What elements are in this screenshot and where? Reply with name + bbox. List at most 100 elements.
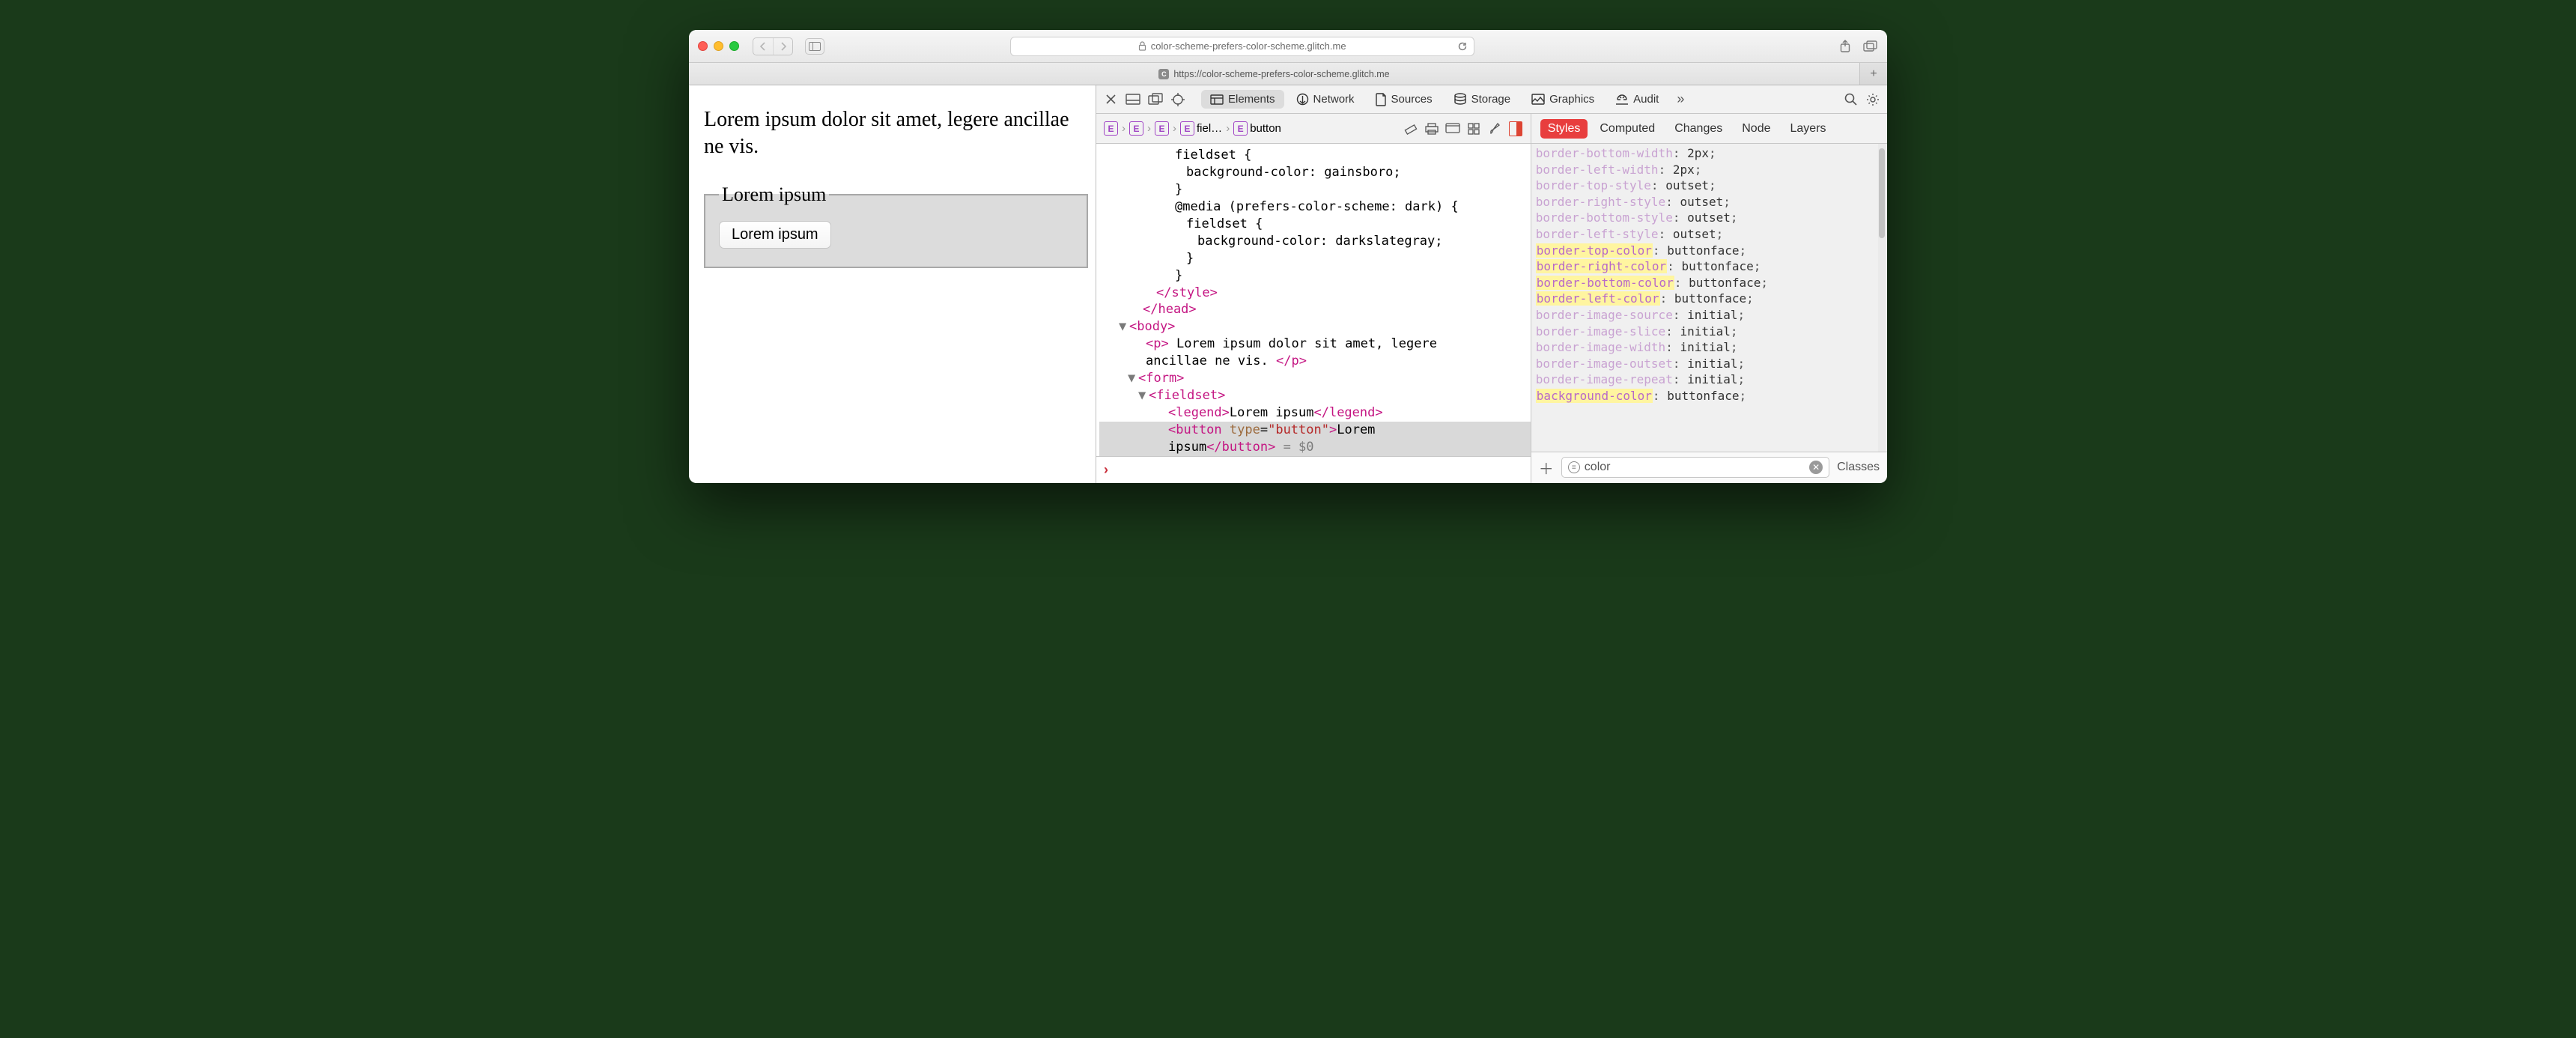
tab-network-label: Network — [1313, 93, 1355, 106]
style-property-row[interactable]: border-right-color: buttonface; — [1536, 258, 1883, 275]
panel-toggle-icon[interactable] — [1505, 118, 1526, 139]
print-icon[interactable] — [1421, 118, 1442, 139]
device-icon[interactable] — [1442, 118, 1463, 139]
back-button[interactable] — [753, 38, 773, 55]
styles-tabs: Styles Computed Changes Node Layers — [1531, 114, 1887, 144]
clear-filter-button[interactable]: ✕ — [1809, 461, 1823, 474]
page-button[interactable]: Lorem ipsum — [719, 221, 831, 249]
page-form: Lorem ipsum Lorem ipsum — [704, 183, 1088, 268]
traffic-lights — [698, 41, 739, 51]
zoom-window-button[interactable] — [729, 41, 739, 51]
browser-window: color-scheme-prefers-color-scheme.glitch… — [689, 30, 1887, 483]
dock-detach-button[interactable] — [1146, 90, 1165, 109]
scrollbar-thumb[interactable] — [1879, 148, 1885, 238]
new-tab-button[interactable]: + — [1860, 63, 1887, 85]
devtools-panel: Elements Network Sources Storage Graphic… — [1096, 85, 1887, 483]
source-line[interactable]: <button type="button">Lorem — [1099, 422, 1531, 439]
tab-network[interactable]: Network — [1287, 90, 1364, 109]
source-line[interactable]: fieldset { — [1099, 216, 1531, 233]
dock-bottom-button[interactable] — [1123, 90, 1143, 109]
devtools-search-button[interactable] — [1841, 90, 1860, 109]
minimize-window-button[interactable] — [714, 41, 723, 51]
share-button[interactable] — [1838, 40, 1853, 53]
crumb-fieldset[interactable]: fiel… — [1197, 122, 1222, 135]
tabs-button[interactable] — [1863, 40, 1878, 53]
elements-toolbar: E› E› E› E fiel…› E button — [1096, 114, 1531, 144]
tab-changes[interactable]: Changes — [1667, 119, 1730, 139]
close-window-button[interactable] — [698, 41, 708, 51]
browser-tab[interactable]: C https://color-scheme-prefers-color-sch… — [689, 63, 1860, 85]
classes-button[interactable]: Classes — [1837, 461, 1880, 474]
forward-button[interactable] — [773, 38, 792, 55]
source-line[interactable]: @media (prefers-color-scheme: dark) { — [1099, 198, 1531, 216]
tab-styles[interactable]: Styles — [1540, 119, 1588, 139]
tab-audit[interactable]: Audit — [1606, 90, 1668, 109]
source-line[interactable]: } — [1099, 250, 1531, 267]
style-property-row[interactable]: border-bottom-width: 2px; — [1536, 145, 1883, 162]
sidebar-toggle-button[interactable] — [805, 38, 824, 55]
ruler-icon[interactable] — [1400, 118, 1421, 139]
crumb-badge[interactable]: E — [1180, 121, 1194, 136]
more-tabs-button[interactable]: » — [1671, 90, 1690, 109]
inspect-element-button[interactable] — [1168, 90, 1188, 109]
source-line[interactable]: } — [1099, 181, 1531, 198]
style-property-row[interactable]: border-image-repeat: initial; — [1536, 371, 1883, 388]
source-line[interactable]: background-color: darkslategray; — [1099, 233, 1531, 250]
source-line[interactable]: ▼<fieldset> — [1099, 387, 1531, 404]
tab-graphics[interactable]: Graphics — [1522, 90, 1603, 109]
source-line[interactable]: } — [1099, 267, 1531, 285]
crumb-badge[interactable]: E — [1129, 121, 1143, 136]
source-line[interactable]: ▼<body> — [1099, 318, 1531, 336]
style-property-row[interactable]: border-top-color: buttonface; — [1536, 243, 1883, 259]
tab-graphics-label: Graphics — [1549, 93, 1594, 106]
styles-properties-list[interactable]: border-bottom-width: 2px;border-left-wid… — [1531, 144, 1887, 452]
tab-sources[interactable]: Sources — [1367, 90, 1442, 109]
style-property-row[interactable]: border-image-width: initial; — [1536, 339, 1883, 356]
style-property-row[interactable]: border-image-outset: initial; — [1536, 356, 1883, 372]
source-line[interactable]: </head> — [1099, 301, 1531, 318]
console-drawer[interactable]: › — [1096, 456, 1531, 483]
source-line[interactable]: ▼<form> — [1099, 370, 1531, 387]
crumb-badge[interactable]: E — [1104, 121, 1118, 136]
breadcrumb: E› E› E› E fiel…› E button — [1101, 120, 1284, 137]
add-rule-button[interactable]: ＋ — [1539, 457, 1554, 479]
console-prompt-icon: › — [1104, 462, 1108, 478]
tab-node[interactable]: Node — [1734, 119, 1778, 139]
crumb-button[interactable]: button — [1250, 122, 1281, 135]
paintbrush-icon[interactable] — [1484, 118, 1505, 139]
source-line[interactable]: <p> Lorem ipsum dolor sit amet, legere — [1099, 336, 1531, 353]
source-line[interactable]: ancillae ne vis. </p> — [1099, 353, 1531, 370]
url-field[interactable]: color-scheme-prefers-color-scheme.glitch… — [1010, 37, 1474, 56]
source-line[interactable]: fieldset { — [1099, 147, 1531, 164]
source-line[interactable]: ipsum</button> = $0 — [1099, 439, 1531, 456]
source-line[interactable]: <legend>Lorem ipsum</legend> — [1099, 404, 1531, 422]
grid-icon[interactable] — [1463, 118, 1484, 139]
style-property-row[interactable]: border-right-style: outset; — [1536, 194, 1883, 210]
styles-filter-input[interactable]: ≡ color ✕ — [1561, 457, 1829, 478]
source-line[interactable]: background-color: gainsboro; — [1099, 164, 1531, 181]
tab-storage[interactable]: Storage — [1445, 90, 1520, 109]
styles-column: Styles Computed Changes Node Layers bord… — [1531, 114, 1887, 483]
rendered-page: Lorem ipsum dolor sit amet, legere ancil… — [689, 85, 1096, 483]
tab-layers[interactable]: Layers — [1783, 119, 1834, 139]
style-property-row[interactable]: border-left-width: 2px; — [1536, 162, 1883, 178]
style-property-row[interactable]: border-bottom-style: outset; — [1536, 210, 1883, 226]
tab-elements[interactable]: Elements — [1201, 90, 1284, 109]
dom-source-view[interactable]: fieldset {background-color: gainsboro;}@… — [1096, 144, 1531, 456]
devtools-settings-button[interactable] — [1863, 90, 1883, 109]
tab-audit-label: Audit — [1633, 93, 1659, 106]
style-property-row[interactable]: border-image-source: initial; — [1536, 307, 1883, 324]
filter-icon: ≡ — [1568, 461, 1580, 473]
reload-button[interactable] — [1457, 41, 1468, 52]
style-property-row[interactable]: background-color: buttonface; — [1536, 388, 1883, 404]
style-property-row[interactable]: border-left-color: buttonface; — [1536, 291, 1883, 307]
source-line[interactable]: </style> — [1099, 285, 1531, 302]
close-devtools-button[interactable] — [1101, 90, 1120, 109]
crumb-badge[interactable]: E — [1233, 121, 1248, 136]
style-property-row[interactable]: border-image-slice: initial; — [1536, 324, 1883, 340]
style-property-row[interactable]: border-left-style: outset; — [1536, 226, 1883, 243]
tab-computed[interactable]: Computed — [1592, 119, 1662, 139]
style-property-row[interactable]: border-bottom-color: buttonface; — [1536, 275, 1883, 291]
style-property-row[interactable]: border-top-style: outset; — [1536, 177, 1883, 194]
crumb-badge[interactable]: E — [1155, 121, 1169, 136]
